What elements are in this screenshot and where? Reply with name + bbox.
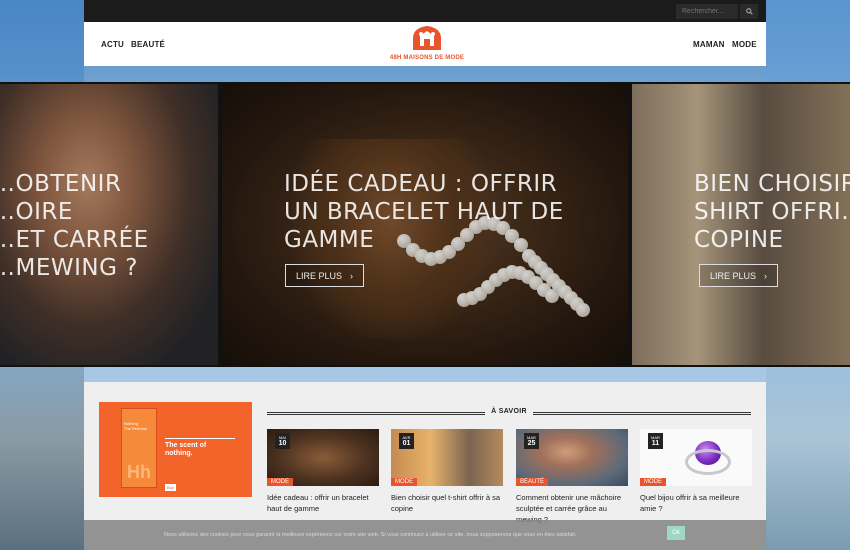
section-title: À SAVOIR — [485, 408, 533, 415]
ad-buy-button[interactable]: Buy — [165, 484, 176, 491]
nav-item-maman[interactable]: MAMAN — [693, 40, 725, 49]
category-tag[interactable]: MODE — [640, 478, 666, 486]
category-tag[interactable]: MODE — [267, 478, 293, 486]
read-more-label: LIRE PLUS — [296, 270, 343, 281]
article-title[interactable]: Quel bijou offrir à sa meilleure amie ? — [640, 492, 752, 514]
slide-title: …OBTENIR …OIRE …ET CARRÉE …MEWING ? — [0, 171, 149, 281]
slide-mewing[interactable]: …OBTENIR …OIRE …ET CARRÉE …MEWING ? — [0, 84, 218, 365]
date-badge: MAR 25 — [524, 433, 539, 449]
article-title[interactable]: Bien choisir quel t-shirt offrir à sa co… — [391, 492, 503, 514]
search-button[interactable] — [740, 4, 758, 19]
article-card[interactable]: AVR 01 MODE Bien choisir quel t-shirt off… — [391, 429, 503, 514]
read-more-label: LIRE PLUS — [710, 270, 757, 281]
category-tag[interactable]: BEAUTÉ — [516, 478, 549, 486]
slide-title: BIEN CHOISIR… SHIRT OFFRI… COPINE — [694, 171, 850, 253]
nav-item-beaute[interactable]: BEAUTÉ — [131, 40, 165, 49]
slide-title: IDÉE CADEAU : OFFRIR UN BRACELET HAUT DE… — [284, 171, 564, 253]
slide-tshirt[interactable]: BIEN CHOISIR… SHIRT OFFRI… COPINE LIRE P… — [632, 84, 850, 365]
article-card[interactable]: MAR 11 MODE Quel bijou offrir à sa meille… — [640, 429, 752, 514]
nav-item-mode[interactable]: MODE — [732, 40, 757, 49]
article-image[interactable]: MAI 10 MODE — [267, 429, 379, 486]
ad-banner[interactable]: Nothing The Perfume Hh The scent of noth… — [99, 402, 252, 497]
cookie-banner: Nous utilisons des cookies pour vous gar… — [84, 520, 766, 550]
date-badge: AVR 01 — [399, 433, 414, 449]
site-logo[interactable]: 48H MAISONS DE MODE — [387, 24, 467, 64]
nav-item-actu[interactable]: ACTU — [101, 40, 124, 49]
top-bar — [84, 0, 766, 22]
chevron-right-icon: › — [764, 270, 768, 281]
chevron-right-icon: › — [350, 270, 354, 281]
logo-icon — [413, 26, 441, 50]
search-input[interactable] — [676, 4, 738, 19]
date-badge: MAR 11 — [648, 433, 663, 449]
read-more-button[interactable]: LIRE PLUS › — [699, 264, 779, 287]
article-card[interactable]: MAR 25 BEAUTÉ Comment obtenir une mâchoir… — [516, 429, 628, 525]
article-image[interactable]: MAR 11 MODE — [640, 429, 752, 486]
article-card[interactable]: MAI 10 MODE Idée cadeau : offrir un brace… — [267, 429, 379, 514]
cookie-accept-button[interactable]: Ok — [667, 526, 685, 540]
ad-tagline: The scent of nothing. — [165, 442, 207, 457]
search-icon — [745, 8, 753, 15]
slide-bracelet[interactable]: IDÉE CADEAU : OFFRIR UN BRACELET HAUT DE… — [222, 84, 628, 365]
date-badge: MAI 10 — [275, 433, 290, 449]
article-title[interactable]: Idée cadeau : offrir un bracelet haut de… — [267, 492, 379, 514]
ad-logo: Hh — [127, 462, 151, 482]
featured-slider: …OBTENIR …OIRE …ET CARRÉE …MEWING ? IDÉE… — [0, 82, 850, 367]
category-tag[interactable]: MODE — [391, 478, 417, 486]
cookie-text: Nous utilisons des cookies pour vous gar… — [164, 532, 577, 538]
article-image[interactable]: MAR 25 BEAUTÉ — [516, 429, 628, 486]
read-more-button[interactable]: LIRE PLUS › — [285, 264, 365, 287]
article-image[interactable]: AVR 01 MODE — [391, 429, 503, 486]
logo-text: 48H MAISONS DE MODE — [389, 55, 465, 61]
section-header: À SAVOIR — [267, 406, 751, 418]
site-header: ACTU BEAUTÉ 48H MAISONS DE MODE MAMAN MO… — [84, 22, 766, 66]
bottle-label: Nothing The Perfume — [124, 421, 148, 431]
